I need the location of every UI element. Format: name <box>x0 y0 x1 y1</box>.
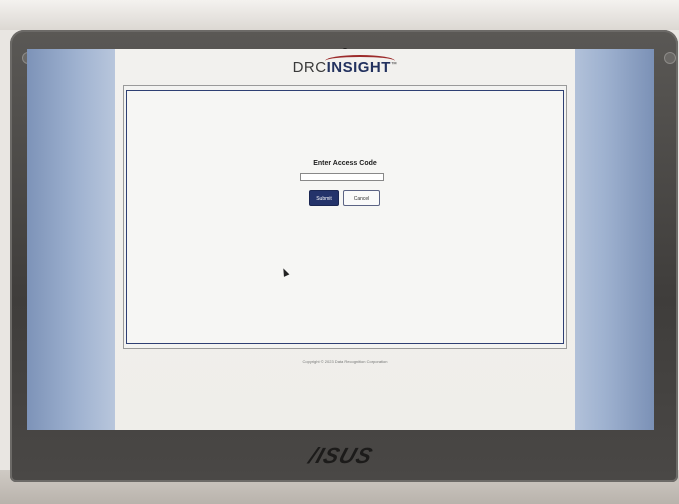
cancel-button[interactable]: Cancel <box>343 190 380 206</box>
drc-insight-logo: DRCINSIGHT™ <box>115 55 575 76</box>
login-panel: Enter Access Code Submit Cancel <box>126 90 564 344</box>
submit-button[interactable]: Submit <box>309 190 339 206</box>
login-frame: Enter Access Code Submit Cancel <box>123 85 567 349</box>
copyright-footer: Copyright © 2023 Data Recognition Corpor… <box>302 359 388 364</box>
asus-logo: /ISUS <box>305 443 377 468</box>
laptop-screen: DRCINSIGHT™ Enter Access Code Submit Can… <box>27 49 654 430</box>
access-code-input[interactable] <box>300 173 384 181</box>
bezel-right-dot <box>664 52 676 64</box>
access-code-title: Enter Access Code <box>313 160 377 167</box>
logo-arc-icon <box>325 55 395 67</box>
drc-insight-page: DRCINSIGHT™ Enter Access Code Submit Can… <box>115 49 575 430</box>
background-wall <box>0 0 679 30</box>
logo-prefix: DRC <box>292 59 327 76</box>
